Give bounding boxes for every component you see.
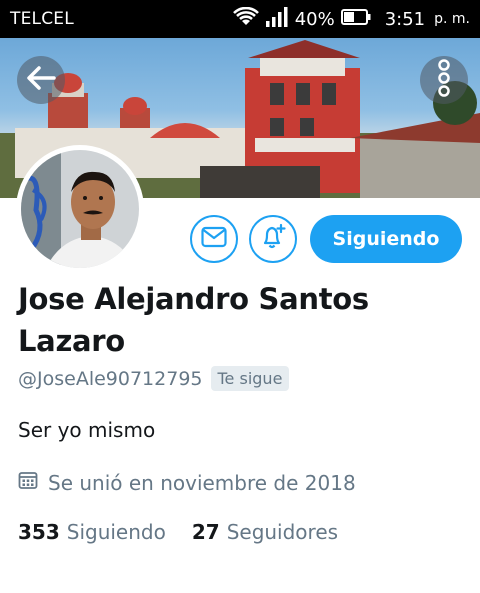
more-options-button[interactable] (420, 56, 468, 104)
clock-time: 3:51 (384, 8, 426, 30)
follows-you-badge: Te sigue (210, 366, 290, 391)
calendar-icon (18, 470, 38, 495)
handle-row: @JoseAle90712795 Te sigue (18, 366, 290, 391)
more-vertical-icon (437, 58, 451, 102)
profile-bio: Ser yo mismo (18, 418, 156, 442)
following-button[interactable]: Siguiendo (310, 215, 462, 263)
message-button[interactable] (190, 215, 238, 263)
signal-icon (265, 6, 289, 32)
avatar[interactable] (16, 145, 144, 273)
follow-stats: 353 Siguiendo 27 Seguidores (18, 520, 338, 544)
mail-icon (201, 226, 227, 253)
followers-count: 27 (191, 520, 220, 544)
clock-ampm: p. m. (434, 11, 470, 27)
carrier-name: TELCEL (10, 9, 74, 29)
joined-date-row: Se unió en noviembre de 2018 (18, 470, 356, 495)
following-stat[interactable]: 353 Siguiendo (18, 520, 166, 544)
bell-plus-icon (259, 223, 287, 256)
back-button[interactable] (17, 56, 65, 104)
following-label: Siguiendo (66, 520, 166, 544)
joined-date: Se unió en noviembre de 2018 (48, 470, 356, 495)
profile-handle: @JoseAle90712795 (18, 367, 203, 390)
status-indicators: 40% 3:51 p. m. (232, 6, 470, 32)
followers-label: Seguidores (226, 520, 339, 544)
battery-icon (340, 8, 371, 31)
followers-stat[interactable]: 27 Seguidores (192, 520, 338, 544)
battery-percent: 40% (294, 8, 335, 30)
profile-name: Jose Alejandro Santos Lazaro (18, 282, 369, 358)
notifications-button[interactable] (249, 215, 297, 263)
status-bar: TELCEL 40% 3:51 p. m. (0, 0, 480, 38)
arrow-left-icon (26, 65, 56, 96)
wifi-icon (232, 6, 259, 32)
avatar-image (21, 150, 139, 268)
following-count: 353 (18, 520, 60, 544)
